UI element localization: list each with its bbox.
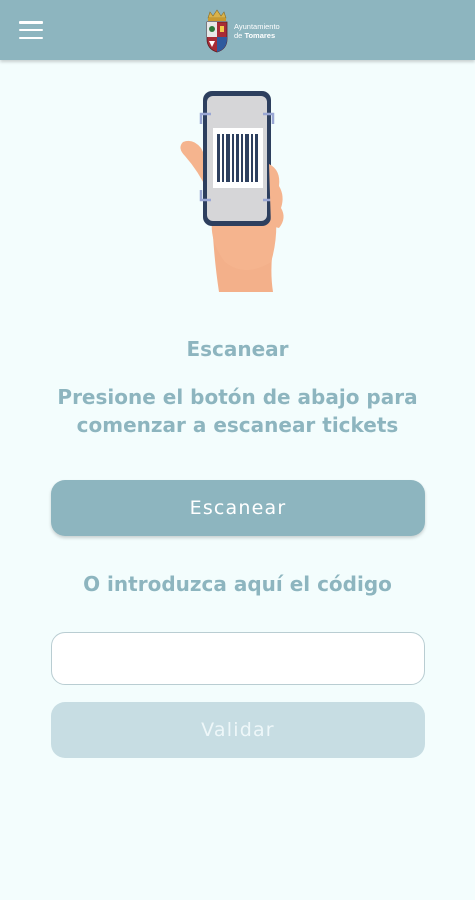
page-title: Escanear [186,337,289,361]
code-input[interactable] [51,632,425,685]
ayuntamiento-logo: Ayuntamiento de Tomares [204,8,280,54]
instructions-line-2: comenzar a escanear tickets [76,413,399,437]
instructions-text: Presione el botón de abajo para comenzar… [0,383,475,439]
validate-button[interactable]: Validar [51,702,425,758]
logo-line-1: Ayuntamiento [234,22,280,31]
manual-code-label: O introduzca aquí el código [83,572,392,596]
scan-button[interactable]: Escanear [51,480,425,536]
coat-of-arms-icon [206,9,228,53]
logo-line-2-prefix: de [234,31,243,40]
instructions-line-1: Presione el botón de abajo para [57,385,418,409]
hand-scanning-phone-illustration [180,91,284,292]
app-bar: Ayuntamiento de Tomares [0,0,475,60]
logo-line-2-name: Tomares [244,31,276,40]
hamburger-menu-icon[interactable] [19,18,43,39]
